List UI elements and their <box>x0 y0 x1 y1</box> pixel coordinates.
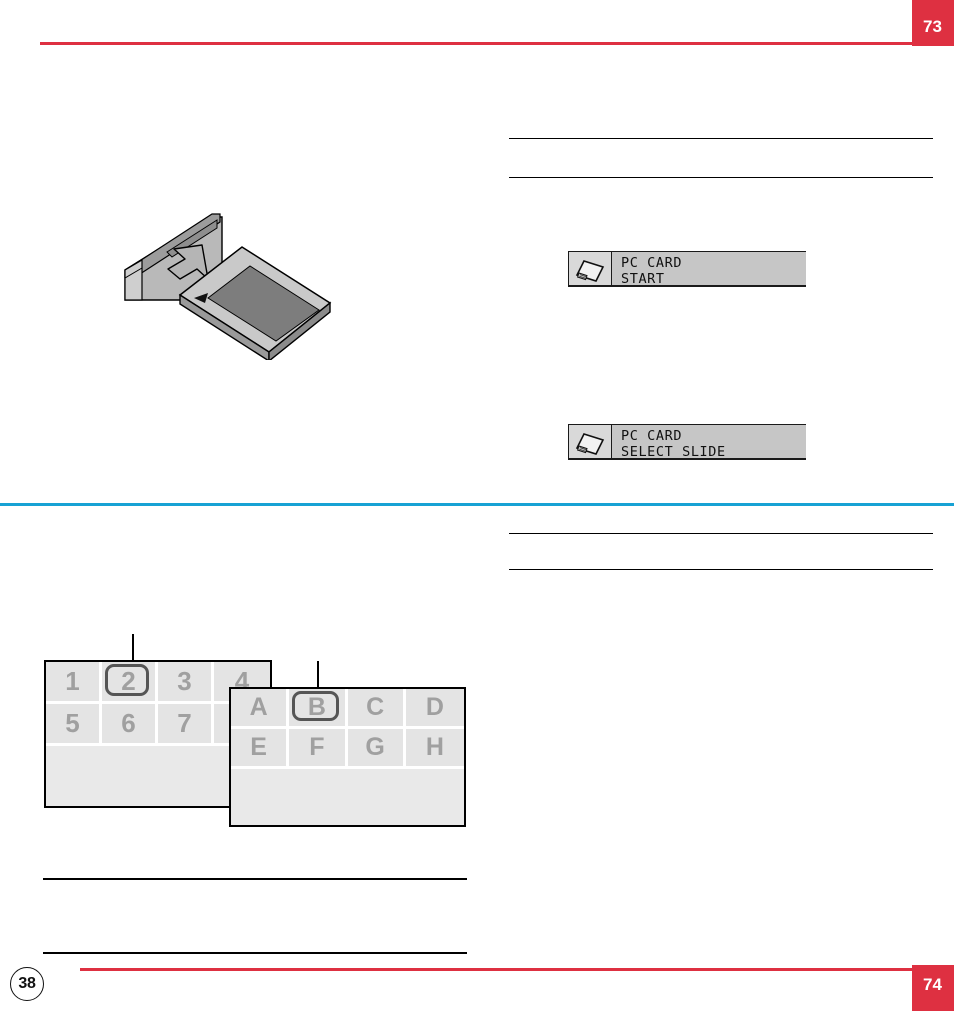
osd-message-pc-card-start: PC CARD START <box>568 251 806 287</box>
slide-thumbnail-label: 1 <box>65 666 80 696</box>
footer-rule-red <box>80 968 912 971</box>
slide-thumbnail-label: 6 <box>121 708 136 738</box>
page-number-badge-value: 38 <box>18 975 36 992</box>
slide-thumbnail-cell[interactable]: A <box>231 689 290 729</box>
slide-thumbnail-cell[interactable]: H <box>405 729 464 769</box>
slide-thumbnail-cell[interactable]: 7 <box>158 704 214 746</box>
page-tab-bottom-number: 74 <box>923 975 942 994</box>
page-tab-top: 73 <box>912 0 954 46</box>
slide-thumbnail-label: E <box>250 733 267 761</box>
slide-thumbnail-cell[interactable]: C <box>347 689 406 729</box>
slide-thumbnail-label: B <box>307 693 326 721</box>
header-rule-red <box>40 42 912 45</box>
page-divider-teal <box>0 503 954 506</box>
pc-card-icon <box>575 433 605 455</box>
osd-line-1: PC CARD <box>621 255 683 271</box>
section-rule-top-right-1 <box>509 138 933 140</box>
slide-index-grid-letters: A B C D E F G H <box>231 689 464 769</box>
osd-icon-cell <box>569 252 612 285</box>
slide-thumbnail-cell-selected[interactable]: 2 <box>102 662 158 704</box>
leader-line-to-selected-number <box>132 634 134 662</box>
slide-thumbnail-cell[interactable]: E <box>231 729 290 769</box>
osd-message-text: PC CARD SELECT SLIDE <box>612 425 806 460</box>
page-tab-top-number: 73 <box>923 17 942 36</box>
slide-thumbnail-label: H <box>425 733 444 761</box>
osd-message-pc-card-select-slide: PC CARD SELECT SLIDE <box>568 424 806 460</box>
section-rule-bottom-left-2 <box>43 952 467 954</box>
section-rule-bottom-left-1 <box>43 878 467 880</box>
osd-message-text: PC CARD START <box>612 252 806 287</box>
slide-thumbnail-cell[interactable]: G <box>347 729 406 769</box>
section-rule-bottom-right-2 <box>509 569 933 571</box>
osd-line-1: PC CARD <box>621 428 683 444</box>
slide-thumbnail-cell[interactable]: 3 <box>158 662 214 704</box>
slide-thumbnail-label: G <box>365 733 385 761</box>
section-rule-top-right-2 <box>509 177 933 179</box>
slide-thumbnail-label: 2 <box>121 666 136 696</box>
slide-thumbnail-label: D <box>425 693 444 721</box>
slide-thumbnail-cell[interactable]: D <box>405 689 464 729</box>
slide-thumbnail-label: 7 <box>177 708 192 738</box>
pc-card-insertion-illustration <box>112 200 352 363</box>
slide-thumbnail-cell[interactable]: 6 <box>102 704 158 746</box>
pc-card-icon <box>575 260 605 282</box>
slide-thumbnail-label: 5 <box>65 708 80 738</box>
slide-thumbnail-label: 3 <box>177 666 192 696</box>
section-rule-bottom-right-1 <box>509 533 933 535</box>
slide-thumbnail-label: F <box>309 733 325 761</box>
slide-thumbnail-cell[interactable]: F <box>289 729 348 769</box>
slide-thumbnail-label: C <box>366 693 385 721</box>
leader-line-to-selected-letter <box>317 661 319 689</box>
slide-thumbnail-cell[interactable]: 5 <box>46 704 102 746</box>
page-number-badge: 38 <box>10 967 44 1001</box>
osd-line-2: START <box>621 271 665 287</box>
slide-thumbnail-cell[interactable]: 1 <box>46 662 102 704</box>
osd-line-2: SELECT SLIDE <box>621 444 726 460</box>
manual-page-spread: 73 PC CARD START PC CARD SELECT SLIDE 1 … <box>0 0 954 1011</box>
osd-icon-cell <box>569 425 612 458</box>
slide-index-panel-letters[interactable]: A B C D E F G H <box>229 687 466 827</box>
page-tab-bottom: 74 <box>912 965 954 1011</box>
slide-thumbnail-label: A <box>249 693 268 721</box>
slide-thumbnail-cell-selected[interactable]: B <box>289 689 348 729</box>
